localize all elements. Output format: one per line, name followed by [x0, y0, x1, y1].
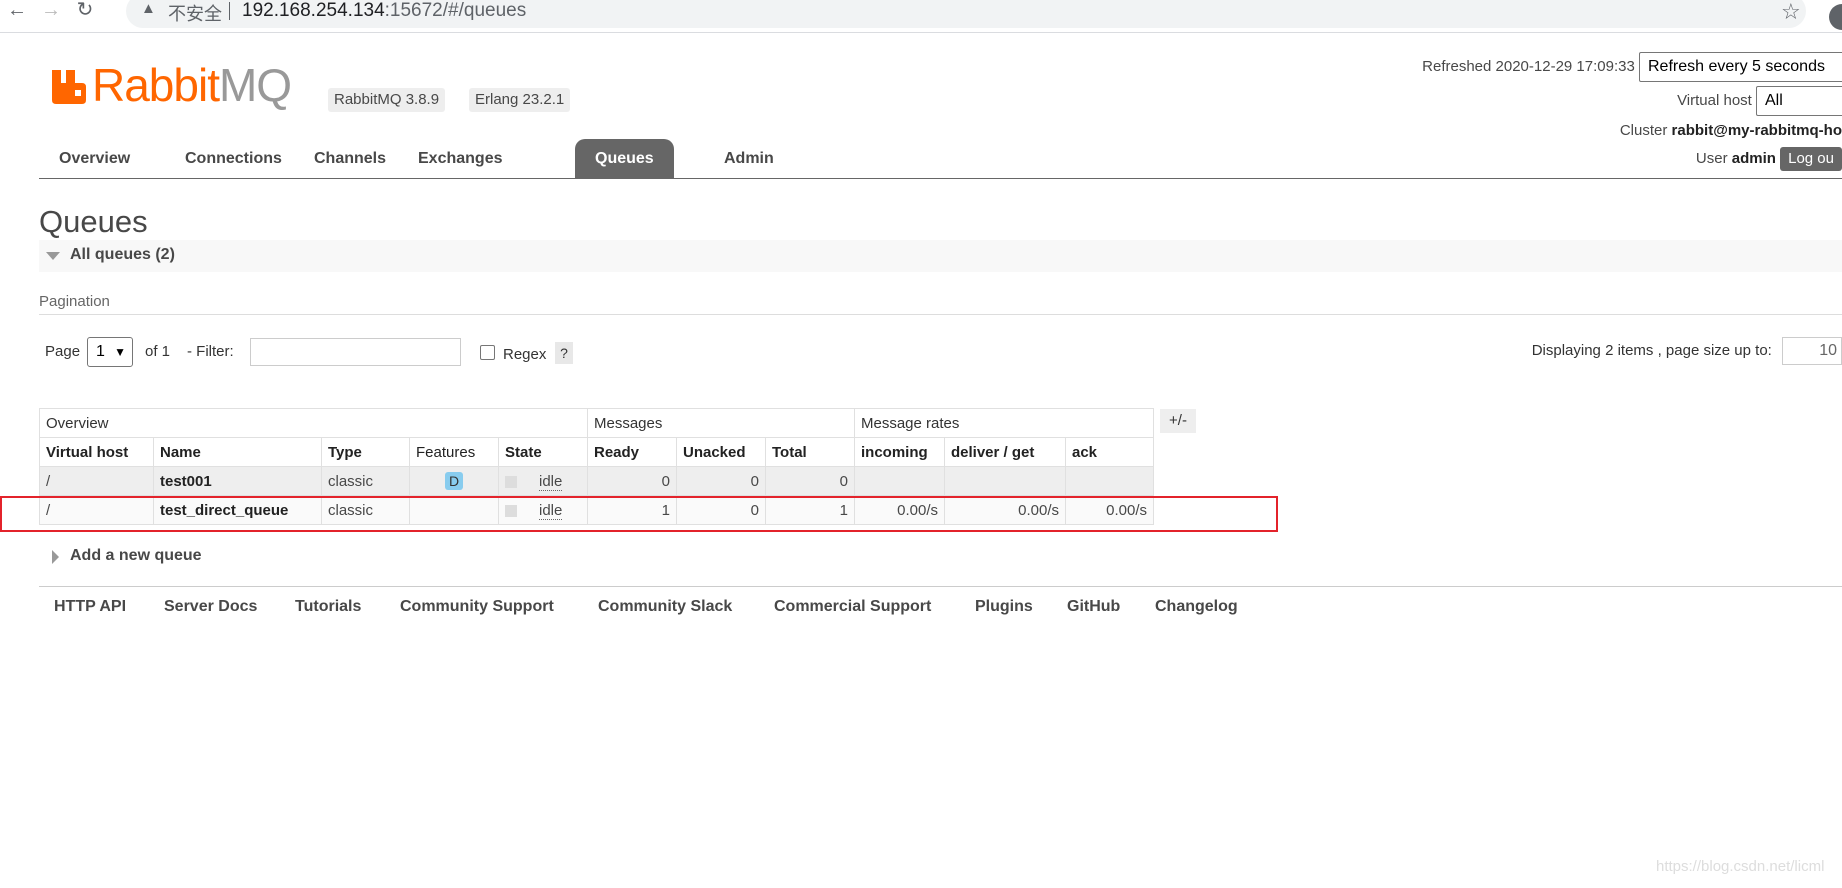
col-state[interactable]: State — [498, 437, 588, 467]
refresh-row: Refreshed 2020-12-29 17:09:33 Refresh ev… — [1422, 52, 1842, 82]
cell-ready: 0 — [587, 466, 677, 496]
add-queue-toggle[interactable]: Add a new queue — [70, 547, 202, 565]
all-queues-title[interactable]: All queues (2) — [70, 246, 175, 264]
divider — [39, 314, 1842, 315]
bookmark-star-icon[interactable]: ☆ — [1781, 0, 1801, 25]
expand-triangle-icon[interactable] — [52, 550, 59, 564]
col-deliver-get[interactable]: deliver / get — [944, 437, 1066, 467]
main-nav-tabs: Overview Connections Channels Exchanges … — [39, 139, 1842, 179]
watermark-text: https://blog.csdn.net/licml — [1656, 858, 1825, 875]
col-type[interactable]: Type — [321, 437, 410, 467]
page-size-input[interactable]: 10 — [1782, 337, 1842, 365]
page-count-label: of 1 — [145, 343, 171, 360]
cell-vhost: / — [39, 466, 154, 496]
logo-wordmark: RabbitMQ — [92, 59, 292, 111]
vhost-select[interactable]: All — [1756, 86, 1842, 116]
footer-link-changelog[interactable]: Changelog — [1155, 598, 1238, 616]
cell-features: D — [409, 466, 499, 496]
col-features[interactable]: Features — [409, 437, 499, 467]
footer-link-server-docs[interactable]: Server Docs — [164, 598, 257, 616]
vhost-label: Virtual host — [1677, 91, 1752, 109]
erlang-version-badge: Erlang 23.2.1 — [469, 88, 571, 112]
page-label: Page — [45, 343, 81, 360]
logo-mq-text: MQ — [218, 59, 292, 111]
url-path: :15672/#/queues — [384, 0, 527, 21]
footer-link-http-api[interactable]: HTTP API — [54, 598, 126, 616]
page-select[interactable]: 1 ▼ — [87, 337, 133, 367]
col-total[interactable]: Total — [765, 437, 855, 467]
footer-link-plugins[interactable]: Plugins — [975, 598, 1033, 616]
col-ack[interactable]: ack — [1065, 437, 1154, 467]
footer-link-github[interactable]: GitHub — [1067, 598, 1120, 616]
display-count-text: Displaying 2 items , page size up to: — [1531, 341, 1772, 359]
col-name[interactable]: Name — [153, 437, 322, 467]
page-select-value: 1 — [96, 343, 105, 360]
url-host: 192.168.254.134 — [242, 0, 385, 21]
footer-link-commercial-support[interactable]: Commercial Support — [774, 598, 931, 616]
tab-connections[interactable]: Connections — [165, 139, 302, 179]
refreshed-label: Refreshed 2020-12-29 17:09:33 — [1422, 57, 1635, 75]
forward-icon[interactable]: → — [38, 0, 64, 22]
cell-deliver-get — [944, 466, 1066, 496]
highlight-annotation-box — [0, 496, 1278, 532]
table-row[interactable]: / test001 classic D idle 0 0 0 — [39, 466, 1154, 496]
tab-exchanges[interactable]: Exchanges — [398, 139, 522, 179]
cell-state: idle — [498, 466, 588, 496]
regex-checkbox[interactable] — [480, 345, 495, 360]
warning-icon[interactable]: ▲ — [141, 0, 156, 17]
collapse-triangle-icon[interactable] — [46, 252, 60, 260]
table-column-header-row: Virtual host Name Type Features State Re… — [39, 437, 1154, 467]
rabbit-logo-icon — [52, 70, 86, 104]
cluster-label: Cluster — [1619, 122, 1668, 139]
url-text[interactable]: 192.168.254.134:15672/#/queues — [242, 0, 526, 22]
col-unacked[interactable]: Unacked — [676, 437, 766, 467]
reload-icon[interactable]: ↻ — [72, 0, 98, 22]
regex-help-button[interactable]: ? — [555, 342, 573, 364]
cluster-row: Cluster rabbit@my-rabbitmq-ho — [1620, 122, 1842, 139]
tab-overview[interactable]: Overview — [39, 139, 150, 179]
tab-admin[interactable]: Admin — [704, 139, 794, 179]
table-group-header-row: Overview Messages Message rates — [39, 408, 1154, 438]
column-toggle-button[interactable]: +/- — [1160, 409, 1196, 433]
filter-input[interactable] — [250, 338, 461, 366]
divider — [39, 586, 1842, 587]
footer-link-community-support[interactable]: Community Support — [400, 598, 554, 616]
chevron-down-icon: ▼ — [114, 345, 126, 359]
col-virtual-host[interactable]: Virtual host — [39, 437, 154, 467]
back-icon[interactable]: ← — [4, 0, 30, 22]
cluster-name: rabbit@my-rabbitmq-ho — [1671, 122, 1842, 139]
footer-link-tutorials[interactable]: Tutorials — [295, 598, 361, 616]
queue-name-link[interactable]: test001 — [153, 466, 322, 496]
all-queues-section-header[interactable] — [39, 240, 1842, 272]
col-incoming[interactable]: incoming — [854, 437, 945, 467]
tab-channels[interactable]: Channels — [294, 139, 406, 179]
state-indicator-icon — [505, 475, 517, 488]
footer-link-community-slack[interactable]: Community Slack — [598, 598, 732, 616]
col-ready[interactable]: Ready — [587, 437, 677, 467]
logo-rabbit-text: Rabbit — [92, 59, 220, 111]
cell-type: classic — [321, 466, 410, 496]
rabbitmq-version-badge: RabbitMQ 3.8.9 — [328, 88, 446, 112]
page-title: Queues — [39, 204, 148, 239]
durable-feature-badge[interactable]: D — [444, 472, 464, 490]
insecure-label[interactable]: 不安全 — [168, 0, 222, 26]
group-header-overview: Overview — [39, 408, 588, 438]
filter-label: - Filter: — [187, 343, 234, 360]
divider — [229, 2, 230, 20]
tab-queues[interactable]: Queues — [575, 139, 674, 179]
browser-toolbar: ← → ↻ ▲ 不安全 192.168.254.134:15672/#/queu… — [0, 0, 1842, 33]
cell-total: 0 — [765, 466, 855, 496]
profile-avatar-icon[interactable] — [1829, 4, 1842, 30]
group-header-messages: Messages — [587, 408, 855, 438]
cell-ack — [1065, 466, 1154, 496]
page-size-row: Displaying 2 items , page size up to: 10 — [1532, 337, 1842, 365]
refresh-interval-select[interactable]: Refresh every 5 seconds — [1639, 52, 1842, 82]
cell-incoming — [854, 466, 945, 496]
state-label[interactable]: idle — [539, 472, 563, 491]
group-header-message-rates: Message rates — [854, 408, 1154, 438]
cell-unacked: 0 — [676, 466, 766, 496]
vhost-row: Virtual host All — [1677, 86, 1842, 116]
pagination-label: Pagination — [39, 293, 110, 310]
regex-label: Regex — [503, 346, 547, 363]
